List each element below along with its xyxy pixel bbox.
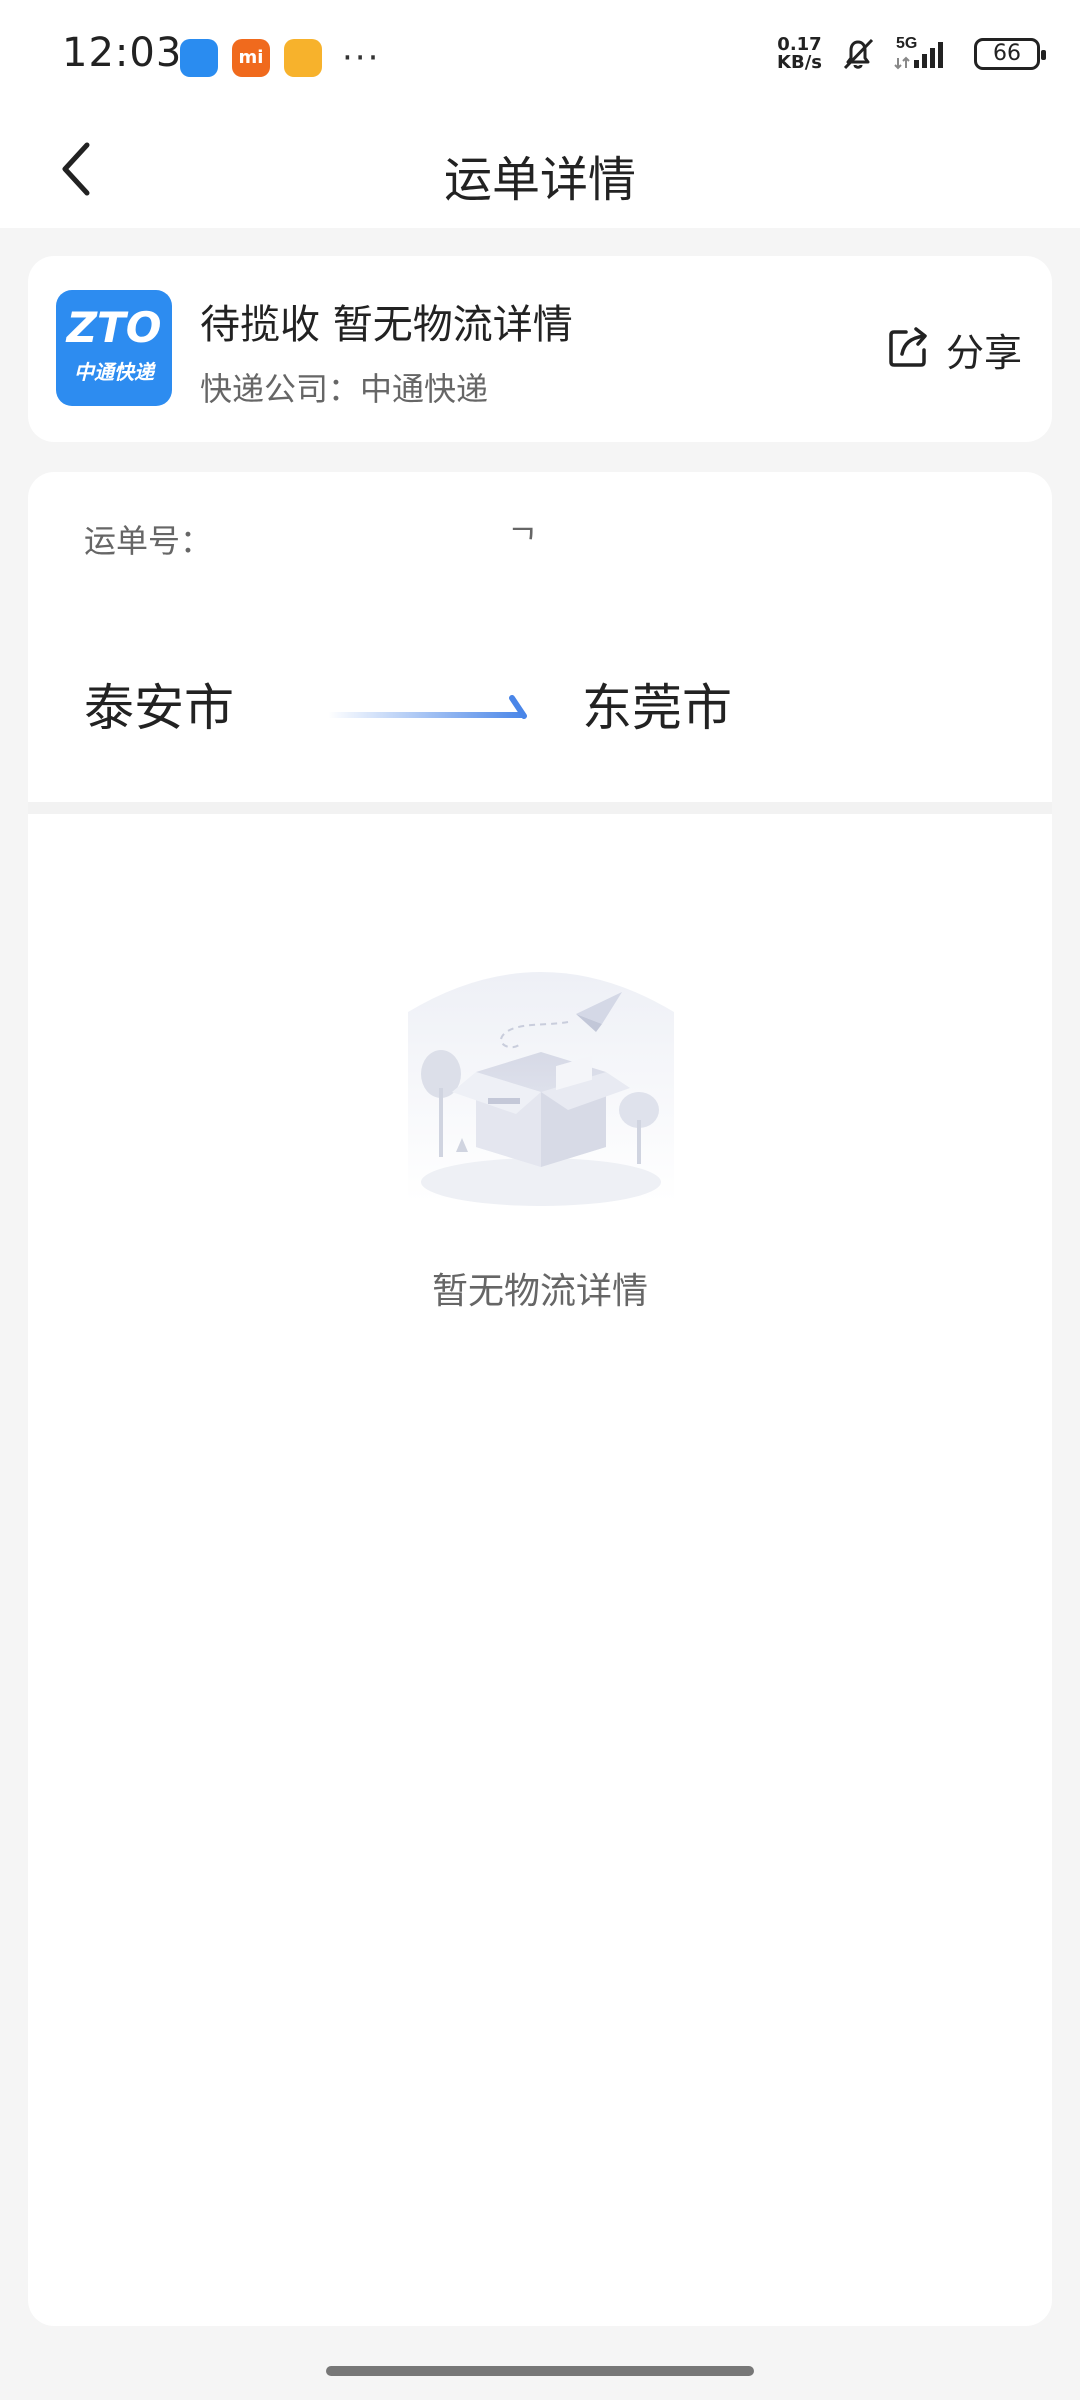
share-icon: [886, 326, 930, 374]
net-speed-unit: KB/s: [777, 52, 822, 73]
status-right: 0.17 KB/s 5G 66: [777, 34, 1046, 74]
section-divider: [28, 802, 1052, 814]
more-notifications-icon: ···: [342, 38, 381, 78]
share-button[interactable]: 分享: [886, 322, 1022, 377]
status-time: 12:03: [62, 30, 183, 76]
battery-icon: 66: [974, 38, 1046, 70]
notification-icons: mi ···: [180, 38, 380, 78]
courier-summary-card: ZTO 中通快递 待揽收 暂无物流详情 快递公司：中通快递 分享: [28, 256, 1052, 442]
header: 运单详情: [0, 118, 1080, 228]
route-card: 运单号： ᄀ 泰安市 东莞市: [28, 472, 1052, 802]
app-notification-icon: [180, 39, 218, 77]
logistics-details-card: 暂无物流详情: [28, 814, 1052, 2326]
logo-text: ZTO: [66, 303, 162, 352]
signal-icon: 5G: [894, 34, 958, 74]
share-label: 分享: [945, 331, 1022, 375]
logo-subtext: 中通快递: [74, 360, 154, 384]
empty-state-text: 暂无物流详情: [431, 1271, 648, 1312]
route-arrow-icon: [328, 690, 528, 734]
net-speed: 0.17 KB/s: [777, 36, 822, 72]
courier-company: 快递公司：中通快递: [200, 370, 489, 408]
bell-muted-icon: [838, 34, 878, 74]
status-bar: 12:03 mi ··· 0.17 KB/s 5G 66: [0, 0, 1080, 118]
destination-city: 东莞市: [582, 679, 732, 737]
zto-logo: ZTO 中通快递: [56, 290, 172, 406]
svg-text:5G: 5G: [896, 35, 917, 52]
waybill-number-label: 运单号：: [84, 522, 213, 560]
origin-city: 泰安市: [84, 679, 234, 737]
page-title: 运单详情: [443, 152, 636, 208]
home-indicator[interactable]: [326, 2366, 754, 2376]
waybill-number-value[interactable]: ᄀ: [508, 516, 537, 562]
shipment-status: 待揽收 暂无物流详情: [200, 302, 573, 348]
empty-box-illustration: [396, 952, 686, 1226]
video-app-icon: [284, 39, 322, 77]
mi-app-icon: mi: [232, 39, 270, 77]
